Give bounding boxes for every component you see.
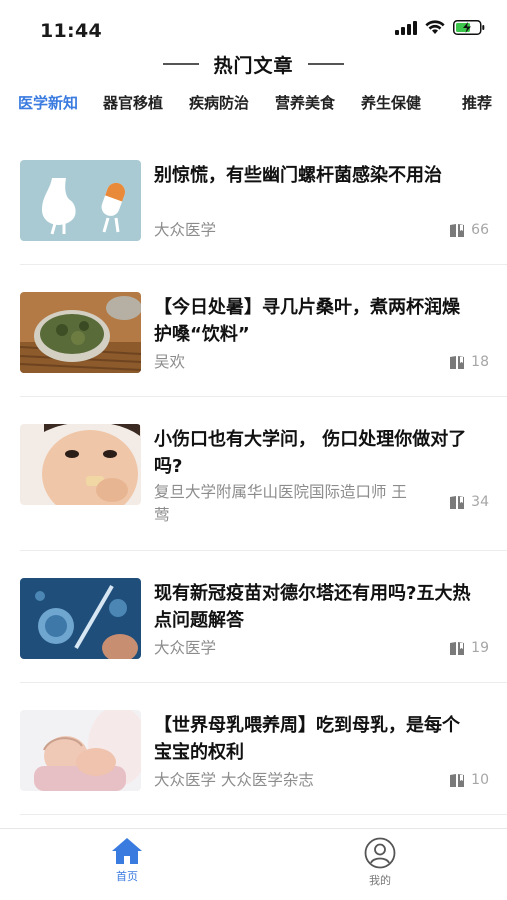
article-title: 现有新冠疫苗对德尔塔还有用吗?五大热点问题解答 xyxy=(154,583,471,631)
book-icon xyxy=(450,773,465,787)
user-icon xyxy=(364,837,396,869)
nav-home-label: 首页 xyxy=(116,870,138,883)
article-meta: 18 xyxy=(449,354,489,370)
signal-icon xyxy=(395,20,417,35)
article-thumbnail xyxy=(20,160,141,241)
status-time: 11:44 xyxy=(40,20,102,42)
article-source: 吴欢 xyxy=(154,353,186,371)
read-count: 10 xyxy=(471,772,489,788)
breastfeeding-baby-photo xyxy=(20,710,141,791)
article-title: 别惊慌，有些幽门螺杆菌感染不用治 xyxy=(154,165,442,186)
tab-recommend[interactable]: 推荐 xyxy=(462,92,492,113)
category-tabs: 医学新知 器官移植 疾病防治 营养美食 养生保健 推荐 xyxy=(0,92,507,126)
article-item[interactable]: 【今日处暑】寻几片桑叶，煮两杯润燥护嗓“饮料” 吴欢 18 xyxy=(0,290,507,397)
read-count: 66 xyxy=(471,222,489,238)
tab-health-care[interactable]: 养生保健 xyxy=(361,92,421,113)
nav-home[interactable]: 首页 xyxy=(87,837,167,884)
book-icon xyxy=(450,641,465,655)
article-item[interactable]: 现有新冠疫苗对德尔塔还有用吗?五大热点问题解答 大众医学 19 xyxy=(0,576,507,683)
article-item[interactable]: 小伤口也有大学问， 伤口处理你做对了吗? 复旦大学附属华山医院国际造口师 王 莺… xyxy=(0,422,507,551)
tab-medical-news[interactable]: 医学新知 xyxy=(18,92,78,113)
bottom-nav: 首页 我的 xyxy=(0,828,507,900)
tab-nutrition-food[interactable]: 营养美食 xyxy=(275,92,335,113)
header-line-right xyxy=(307,63,344,65)
battery-charging-icon xyxy=(453,20,485,35)
page-title: 热门文章 xyxy=(213,54,294,77)
article-item[interactable]: 别惊慌，有些幽门螺杆菌感染不用治 大众医学 66 xyxy=(0,158,507,265)
status-icons xyxy=(395,20,485,35)
book-icon xyxy=(450,223,465,237)
mulberry-leaf-tea-photo xyxy=(20,292,141,373)
nav-mine-label: 我的 xyxy=(369,874,391,887)
article-title: 【今日处暑】寻几片桑叶，煮两杯润燥护嗓“饮料” xyxy=(154,297,460,345)
read-count: 19 xyxy=(471,640,489,656)
divider xyxy=(20,396,507,397)
home-icon xyxy=(112,838,142,864)
virus-vaccine-photo xyxy=(20,578,141,659)
divider xyxy=(20,264,507,265)
read-count: 18 xyxy=(471,354,489,370)
stomach-pill-illustration xyxy=(20,160,141,241)
wifi-icon xyxy=(425,20,445,34)
header-line-left xyxy=(163,63,200,65)
article-meta: 66 xyxy=(449,222,489,238)
article-meta: 10 xyxy=(449,772,489,788)
article-item[interactable]: 【世界母乳喂养周】吃到母乳，是每个宝宝的权利 大众医学 大众医学杂志 10 xyxy=(0,708,507,815)
article-thumbnail xyxy=(20,292,141,373)
divider xyxy=(20,550,507,551)
tab-organ-transplant[interactable]: 器官移植 xyxy=(103,92,163,113)
article-source: 大众医学 xyxy=(154,639,217,657)
page-header: 热门文章 xyxy=(0,48,507,80)
article-meta: 19 xyxy=(449,640,489,656)
article-thumbnail xyxy=(20,424,141,505)
article-title: 小伤口也有大学问， 伤口处理你做对了吗? xyxy=(154,429,467,477)
child-bandage-photo xyxy=(20,424,141,505)
article-source: 大众医学 xyxy=(154,221,217,239)
article-thumbnail xyxy=(20,578,141,659)
article-source: 复旦大学附属华山医院国际造口师 王 莺 xyxy=(154,483,407,524)
divider xyxy=(20,814,507,815)
read-count: 34 xyxy=(471,494,489,510)
article-meta: 34 xyxy=(449,494,489,510)
article-thumbnail xyxy=(20,710,141,791)
book-icon xyxy=(450,355,465,369)
nav-mine[interactable]: 我的 xyxy=(340,837,420,888)
tab-disease-prevention[interactable]: 疾病防治 xyxy=(189,92,249,113)
divider xyxy=(20,682,507,683)
book-icon xyxy=(450,495,465,509)
article-source: 大众医学 大众医学杂志 xyxy=(154,771,314,789)
article-title: 【世界母乳喂养周】吃到母乳，是每个宝宝的权利 xyxy=(154,715,460,763)
